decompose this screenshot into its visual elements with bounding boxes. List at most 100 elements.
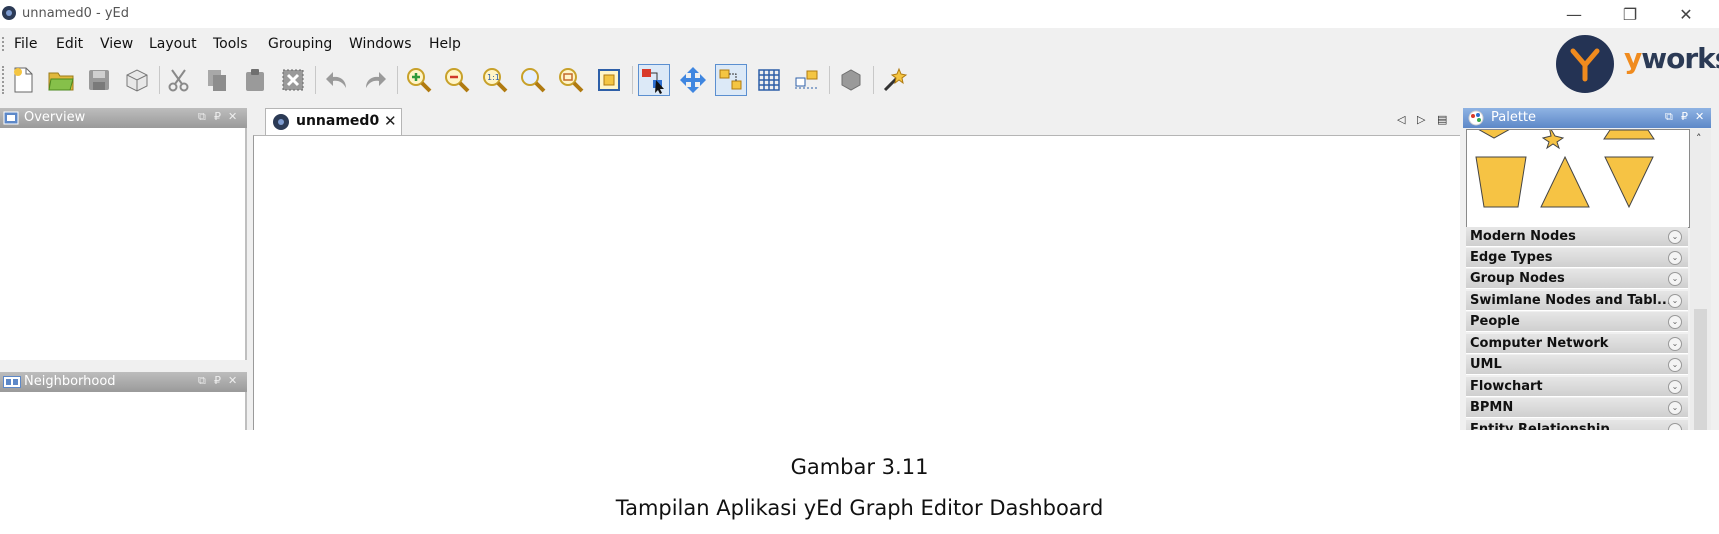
close-window-button[interactable]: ✕ [1663,2,1709,26]
snap-lines-button[interactable] [791,64,823,96]
figure-number: Gambar 3.11 [790,455,929,479]
palette-category-bpmn[interactable]: BPMN ⌄ [1466,398,1688,418]
palette-shape-inverted-triangle [1604,156,1654,209]
chevron-down-icon: ⌄ [1668,423,1682,430]
palette-pin-button[interactable]: ₽ [1681,110,1688,123]
overview-float-button[interactable]: ⧉ [198,110,206,124]
overview-close-button[interactable]: ✕ [228,110,237,123]
zoom-fit-button[interactable] [517,64,549,96]
menu-help[interactable]: Help [429,36,461,52]
palette-category-flowchart[interactable]: Flowchart ⌄ [1466,377,1688,397]
zoom-original-button[interactable]: 1:1 [479,64,511,96]
delete-icon [282,69,304,91]
menu-edit[interactable]: Edit [56,36,83,52]
zoom-out-button[interactable] [441,64,473,96]
open-button[interactable] [45,64,77,96]
tab-list-icon[interactable]: ▤ [1437,113,1447,126]
menu-tools[interactable]: Tools [213,36,248,52]
menu-grouping[interactable]: Grouping [268,36,332,52]
fit-content-button[interactable] [593,64,625,96]
toolbar-separator [159,66,160,94]
paste-icon [246,69,264,91]
chevron-down-icon: ⌄ [1668,337,1682,351]
palette-shape-star-partial [1541,130,1565,150]
menu-file[interactable]: File [14,36,37,52]
tab-unnamed0[interactable]: unnamed0 ✕ [265,108,402,135]
selection-mode-button[interactable] [715,64,747,96]
new-document-button[interactable] [7,64,39,96]
folder-open-icon [48,72,74,91]
neighborhood-pin-button[interactable]: ₽ [214,374,221,387]
menu-windows[interactable]: Windows [349,36,412,52]
toolbar-grip [2,66,6,94]
chevron-down-icon: ⌄ [1668,251,1682,265]
cut-button[interactable] [163,64,195,96]
yed-app-icon [2,6,16,20]
neighborhood-close-button[interactable]: ✕ [228,374,237,387]
navigation-mode-button[interactable] [677,64,709,96]
palette-scrollbar[interactable]: ˄ [1690,129,1711,430]
palette-category-edge-types[interactable]: Edge Types ⌄ [1466,248,1688,268]
new-document-icon [14,67,33,93]
graph-canvas[interactable] [253,135,1460,430]
palette-icon [1468,110,1484,126]
palette-category-entity-relationship[interactable]: Entity Relationship ⌄ [1466,420,1688,430]
close-tab-icon[interactable]: ✕ [384,112,397,130]
zoom-fit-icon [521,68,546,93]
minimize-button[interactable]: — [1551,2,1597,26]
navigation-arrows-icon [680,67,706,93]
toolbar-separator [632,66,633,94]
zoom-in-button[interactable] [403,64,435,96]
toolbar-separator [315,66,316,94]
properties-icon [841,69,861,91]
zoom-out-icon [445,68,470,93]
palette-category-modern-nodes[interactable]: Modern Nodes ⌄ [1466,227,1688,247]
neighborhood-icon [3,376,21,388]
chevron-down-icon: ⌄ [1668,380,1682,394]
undo-icon [326,72,346,88]
delete-button[interactable] [277,64,309,96]
palette-category-uml[interactable]: UML ⌄ [1466,355,1688,375]
tab-scroll-left-icon[interactable]: ◁ [1397,113,1405,126]
menu-view[interactable]: View [100,36,133,52]
tab-scroll-right-icon[interactable]: ▷ [1417,113,1425,126]
menubar-grip [2,37,6,51]
chevron-up-icon[interactable]: ˄ [1696,132,1702,145]
title-bar: unnamed0 - yEd — ❐ ✕ [0,0,1719,28]
toolbar-separator [829,66,830,94]
palette-category-group-nodes[interactable]: Group Nodes ⌄ [1466,269,1688,289]
edit-mode-button[interactable] [638,64,670,96]
save-button[interactable] [83,64,115,96]
palette-category-people[interactable]: People ⌄ [1466,312,1688,332]
toolbar-separator [873,66,874,94]
neighborhood-float-button[interactable]: ⧉ [198,374,206,388]
palette-scroll-thumb[interactable] [1694,309,1707,430]
palette-category-computer-network[interactable]: Computer Network ⌄ [1466,334,1688,354]
overview-icon [3,111,19,125]
properties-button[interactable] [835,64,867,96]
zoom-area-icon [559,68,584,93]
undo-button[interactable] [321,64,353,96]
copy-button[interactable] [201,64,233,96]
neighborhood-panel-header: Neighborhood ⧉ ₽ ✕ [0,372,247,392]
palette-close-button[interactable]: ✕ [1695,110,1704,123]
grid-button[interactable] [753,64,785,96]
zoom-area-button[interactable] [555,64,587,96]
restore-button[interactable]: ❐ [1607,2,1653,26]
chevron-down-icon: ⌄ [1668,272,1682,286]
magic-wand-icon [883,67,908,92]
figure-caption: Tampilan Aplikasi yEd Graph Editor Dashb… [615,496,1104,520]
overview-panel-body [0,128,247,360]
palette-category-swimlane-nodes[interactable]: Swimlane Nodes and Tabl... ⌄ [1466,291,1688,311]
paste-button[interactable] [239,64,271,96]
redo-button[interactable] [359,64,391,96]
menu-layout[interactable]: Layout [149,36,197,52]
tip-of-the-day-button[interactable] [879,64,911,96]
export-button[interactable] [121,64,153,96]
chevron-down-icon: ⌄ [1668,358,1682,372]
overview-pin-button[interactable]: ₽ [214,110,221,123]
svg-text:1:1: 1:1 [487,73,500,82]
yed-window: unnamed0 - yEd — ❐ ✕ File Edit View Layo… [0,0,1719,430]
yed-document-icon [273,114,289,130]
palette-float-button[interactable]: ⧉ [1665,110,1673,124]
